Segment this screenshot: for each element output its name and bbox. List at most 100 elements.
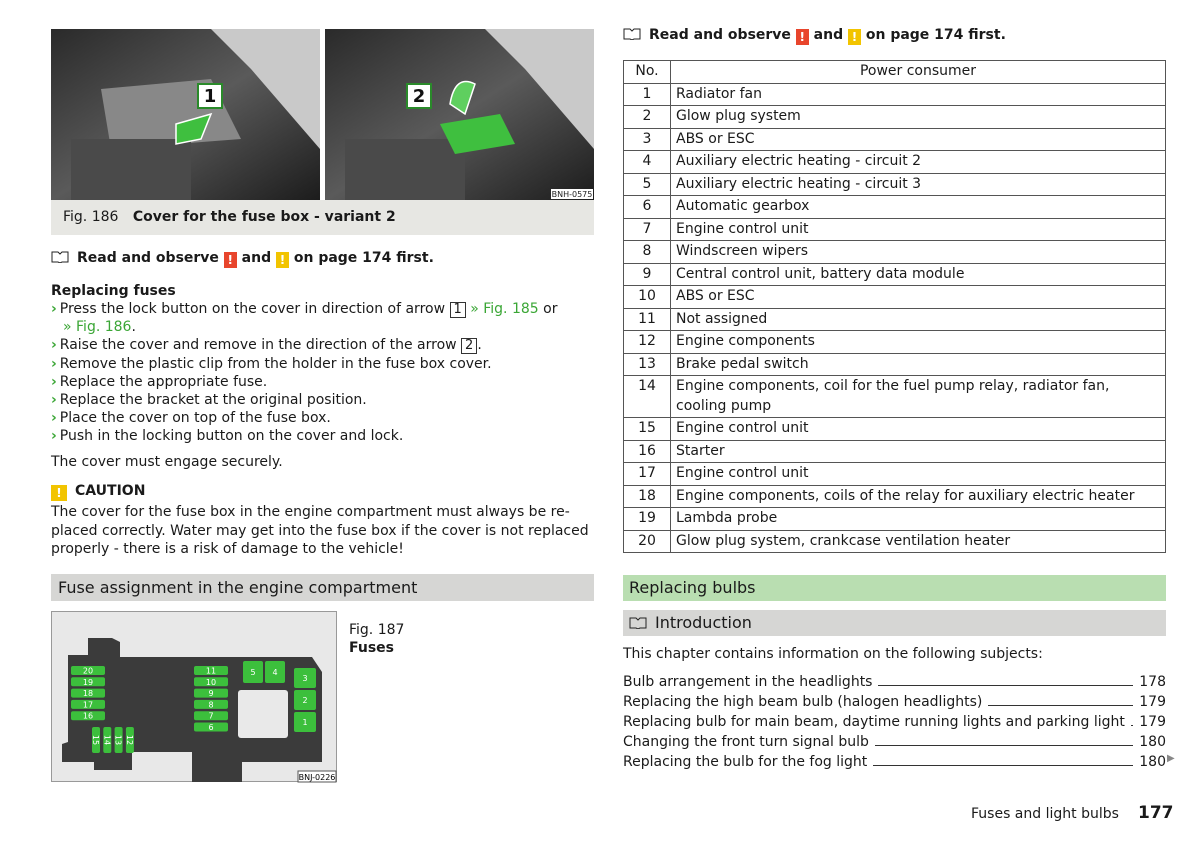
fig187-title: Fuses [349,640,394,656]
toc-page[interactable]: 178 [1139,674,1166,690]
table-row: 10 ABS or ESC [623,285,1166,309]
svg-text:2: 2 [413,86,426,107]
step-6: › Place the cover on top of the fuse box. [51,410,331,426]
page-number: 177 [1138,803,1174,823]
toc-entry[interactable]: Changing the front turn signal bulb 180 [623,730,1166,750]
toc-label[interactable]: Changing the front turn signal bulb [623,734,869,750]
book-icon [51,251,69,263]
table-row: 9 Central control unit, battery data modu… [623,262,1166,286]
fig-number: Fig. 186 [63,209,119,225]
fuse-number: 18 [623,484,671,508]
caution-line: properly - there is a risk of damage to … [51,541,404,557]
step-4: › Replace the appropriate fuse. [51,374,268,390]
fuse-label: 20 [83,667,93,676]
fuse-label: 14 [102,735,111,745]
photo-left: 1 [51,29,320,200]
table-row: 1 Radiator fan [623,82,1166,106]
toc-entry[interactable]: Replacing bulb for main beam, daytime ru… [623,710,1166,730]
fuse-label: 11 [206,667,216,676]
fuse-label: 6 [208,723,213,732]
toc-page[interactable]: 179 [1139,714,1166,730]
step-1: › Press the lock button on the cover in d… [51,301,558,318]
fuse-number: 1 [623,82,671,106]
fuse-number: 14 [623,375,671,418]
fig-link[interactable]: » Fig. 186 [63,319,131,335]
fuse-label: 2 [302,696,307,705]
fuse-number: 2 [623,105,671,129]
table-row: 3 ABS or ESC [623,127,1166,151]
toc-label[interactable]: Replacing bulb for main beam, daytime ru… [623,714,1125,730]
warning-icon-red: ! [223,252,237,268]
fuse-number: 17 [623,462,671,486]
toc-entry[interactable]: Replacing the high beam bulb (halogen he… [623,690,1166,710]
power-consumer: Auxiliary electric heating - circuit 3 [670,172,1166,196]
power-consumer: Starter [670,439,1166,463]
power-consumer: Glow plug system [670,105,1166,129]
table-header-row: No. Power consumer [623,60,1166,84]
fig186-caption: Fig. 186 Cover for the fuse box - varian… [51,200,594,235]
fuse-label: 17 [83,700,93,709]
fuse-label: 8 [208,700,213,709]
power-consumer: ABS or ESC [670,285,1166,309]
fig-link[interactable]: » Fig. 185 [470,301,538,317]
fuse-number: 7 [623,217,671,241]
toc-entry[interactable]: Replacing the bulb for the fog light 180 [623,750,1166,770]
fig187-number: Fig. 187 [349,622,405,638]
power-consumer: ABS or ESC [670,127,1166,151]
fuse-label: 1 [302,718,307,727]
toc-label[interactable]: Bulb arrangement in the headlights [623,674,872,690]
power-consumer: Glow plug system, crankcase ventilation … [670,529,1166,553]
section-header-fuse-assignment: Fuse assignment in the engine compartmen… [51,574,594,601]
toc-label[interactable]: Replacing the bulb for the fog light [623,754,867,770]
table-row: 6 Automatic gearbox [623,195,1166,219]
photo-right: 2 BNH-0575 [325,29,594,200]
power-consumer: Engine components, coil for the fuel pum… [670,375,1166,418]
table-row: 16 Starter [623,439,1166,463]
book-icon [623,28,641,40]
engine-photo-illustration: 1 2 BNH-0575 [51,29,594,200]
table-row: 15 Engine control unit [623,417,1166,441]
table-row: 8 Windscreen wipers [623,240,1166,264]
note: The cover must engage securely. [51,454,283,470]
toc-entry[interactable]: Bulb arrangement in the headlights 178 [623,670,1166,690]
table-row: 19 Lambda probe [623,507,1166,531]
fuse-number: 5 [623,172,671,196]
power-consumer: Brake pedal switch [670,352,1166,376]
table-row: 17 Engine control unit [623,462,1166,486]
fuse-number: 11 [623,307,671,331]
fuse-label: 13 [114,735,123,745]
caution-heading: ! CAUTION [51,483,145,501]
table-row: 7 Engine control unit [623,217,1166,241]
page-link[interactable]: on page 174 first. [294,250,434,266]
warning-icon-yellow: ! [275,252,289,268]
figure-code: BNJ-0226 [299,773,336,782]
continue-arrow-icon: ▶ [1167,753,1175,764]
intro-lead: This chapter contains information on the… [623,646,1043,662]
fig186-photos: 1 2 BNH-0575 [51,29,594,200]
fuse-number: 20 [623,529,671,553]
power-consumer: Auxiliary electric heating - circuit 2 [670,150,1166,174]
caution-line: placed correctly. Water may get into the… [51,523,589,539]
fig-title: Cover for the fuse box - variant 2 [132,209,396,225]
toc-label[interactable]: Replacing the high beam bulb (halogen he… [623,694,982,710]
toc-page[interactable]: 179 [1139,694,1166,710]
power-consumer: Engine components [670,330,1166,354]
power-consumer: Windscreen wipers [670,240,1166,264]
fuse-label: 19 [83,678,93,687]
fuse-number: 19 [623,507,671,531]
fuse-number: 6 [623,195,671,219]
toc-page[interactable]: 180 [1139,754,1166,770]
power-consumer: Central control unit, battery data modul… [670,262,1166,286]
caution-icon: ! [51,485,67,501]
page-link[interactable]: on page 174 first. [866,27,1006,43]
toc-page[interactable]: 180 [1139,734,1166,750]
fuse-label: 7 [208,712,213,721]
step-2: › Raise the cover and remove in the direc… [51,337,482,354]
fuse-number: 12 [623,330,671,354]
fuse-label: 4 [272,668,277,677]
power-consumer: Radiator fan [670,82,1166,106]
column-header-power-consumer: Power consumer [670,60,1166,84]
leader-line [874,745,1134,746]
table-row: 13 Brake pedal switch [623,352,1166,376]
warning-icon-yellow: ! [847,29,861,45]
